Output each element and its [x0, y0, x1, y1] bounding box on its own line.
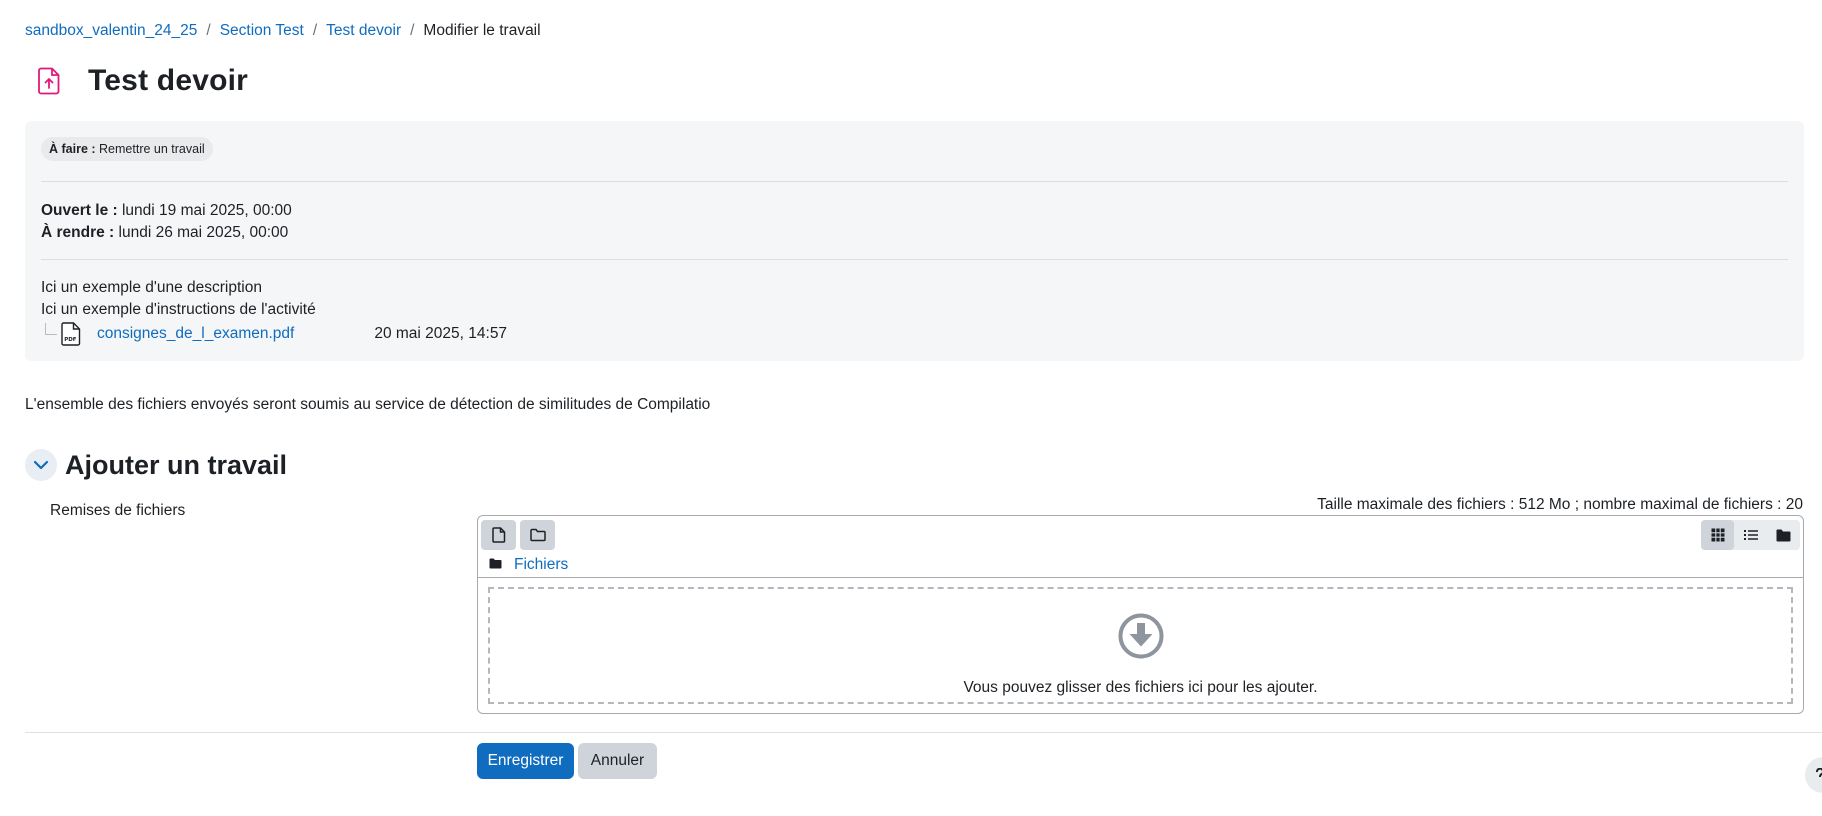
grid-view-icon	[1711, 528, 1724, 542]
save-button[interactable]: Enregistrer	[477, 743, 574, 779]
file-limits: Taille maximale des fichiers : 512 Mo ; …	[1317, 496, 1803, 513]
collapse-toggle[interactable]	[25, 449, 57, 481]
drop-message: Vous pouvez glisser des fichiers ici pou…	[963, 679, 1318, 696]
file-dropzone[interactable]: Vous pouvez glisser des fichiers ici pou…	[488, 587, 1793, 704]
activity-description: Ici un exemple d'une description	[41, 279, 262, 296]
list-view-button[interactable]	[1734, 520, 1767, 550]
add-file-icon	[491, 527, 505, 543]
page-title: Test devoir	[88, 64, 249, 97]
add-file-button[interactable]	[481, 520, 516, 550]
breadcrumb: sandbox_valentin_24_25 / Section Test / …	[25, 22, 541, 40]
page-header: Test devoir	[38, 64, 248, 98]
folder-path-link[interactable]: Fichiers	[514, 556, 568, 574]
assignment-upload-icon	[38, 66, 64, 96]
breadcrumb-item-activity[interactable]: Test devoir	[326, 22, 401, 40]
todo-label: À faire :	[49, 142, 96, 156]
form-footer-divider	[25, 732, 1822, 733]
due-value: lundi 26 mai 2025, 00:00	[118, 224, 289, 241]
folder-icon	[489, 556, 502, 574]
list-view-icon	[1743, 530, 1758, 540]
breadcrumb-separator: /	[312, 22, 318, 39]
view-switcher	[1701, 520, 1800, 550]
file-manager-separator	[478, 577, 1803, 578]
tree-connector	[45, 323, 57, 335]
pdf-file-icon: PDF	[61, 322, 83, 346]
create-folder-button[interactable]	[520, 520, 555, 550]
attachment-date: 20 mai 2025, 14:57	[374, 325, 508, 342]
help-drawer-toggle[interactable]	[1805, 757, 1822, 793]
grid-view-button[interactable]	[1701, 520, 1734, 550]
tree-view-button[interactable]	[1767, 520, 1800, 550]
opened-date: Ouvert le : lundi 19 mai 2025, 00:00	[41, 200, 292, 222]
opened-value: lundi 19 mai 2025, 00:00	[121, 202, 292, 219]
file-manager-toolbar	[481, 520, 555, 550]
divider	[41, 259, 1788, 260]
attachment-row: PDF consignes_de_l_examen.pdf 20 mai 202…	[45, 321, 507, 347]
divider	[41, 181, 1788, 182]
activity-info-panel: À faire : Remettre un travail Ouvert le …	[25, 121, 1804, 361]
todo-badge: À faire : Remettre un travail	[41, 137, 213, 161]
download-arrow-icon	[1117, 612, 1165, 665]
activity-intro: Ici un exemple d'une description Ici un …	[41, 277, 316, 321]
svg-text:PDF: PDF	[64, 337, 77, 343]
file-manager-path: Fichiers	[489, 556, 568, 574]
breadcrumb-separator: /	[410, 22, 415, 39]
opened-label: Ouvert le :	[41, 202, 118, 219]
due-date: À rendre : lundi 26 mai 2025, 00:00	[41, 222, 292, 244]
breadcrumb-separator: /	[206, 22, 211, 39]
file-submissions-label: Remises de fichiers	[50, 502, 186, 519]
tree-view-icon	[1776, 529, 1791, 541]
activity-instructions: Ici un exemple d'instructions de l'activ…	[41, 301, 316, 318]
create-folder-icon	[529, 528, 546, 542]
attachment-link[interactable]: consignes_de_l_examen.pdf	[97, 325, 294, 343]
breadcrumb-item-course[interactable]: sandbox_valentin_24_25	[25, 22, 197, 40]
todo-value: Remettre un travail	[99, 142, 205, 156]
file-manager: Fichiers Vous pouvez glisser des fichier…	[477, 515, 1804, 714]
section-title: Ajouter un travail	[65, 449, 288, 480]
question-mark-icon	[1816, 768, 1822, 778]
due-label: À rendre :	[41, 224, 115, 241]
section-header: Ajouter un travail	[25, 449, 287, 481]
activity-dates: Ouvert le : lundi 19 mai 2025, 00:00 À r…	[41, 200, 292, 244]
breadcrumb-current: Modifier le travail	[423, 22, 541, 39]
cancel-button[interactable]: Annuler	[578, 743, 657, 779]
breadcrumb-item-section[interactable]: Section Test	[220, 22, 304, 40]
chevron-down-icon	[33, 460, 49, 470]
plagiarism-notice: L'ensemble des fichiers envoyés seront s…	[25, 396, 711, 413]
